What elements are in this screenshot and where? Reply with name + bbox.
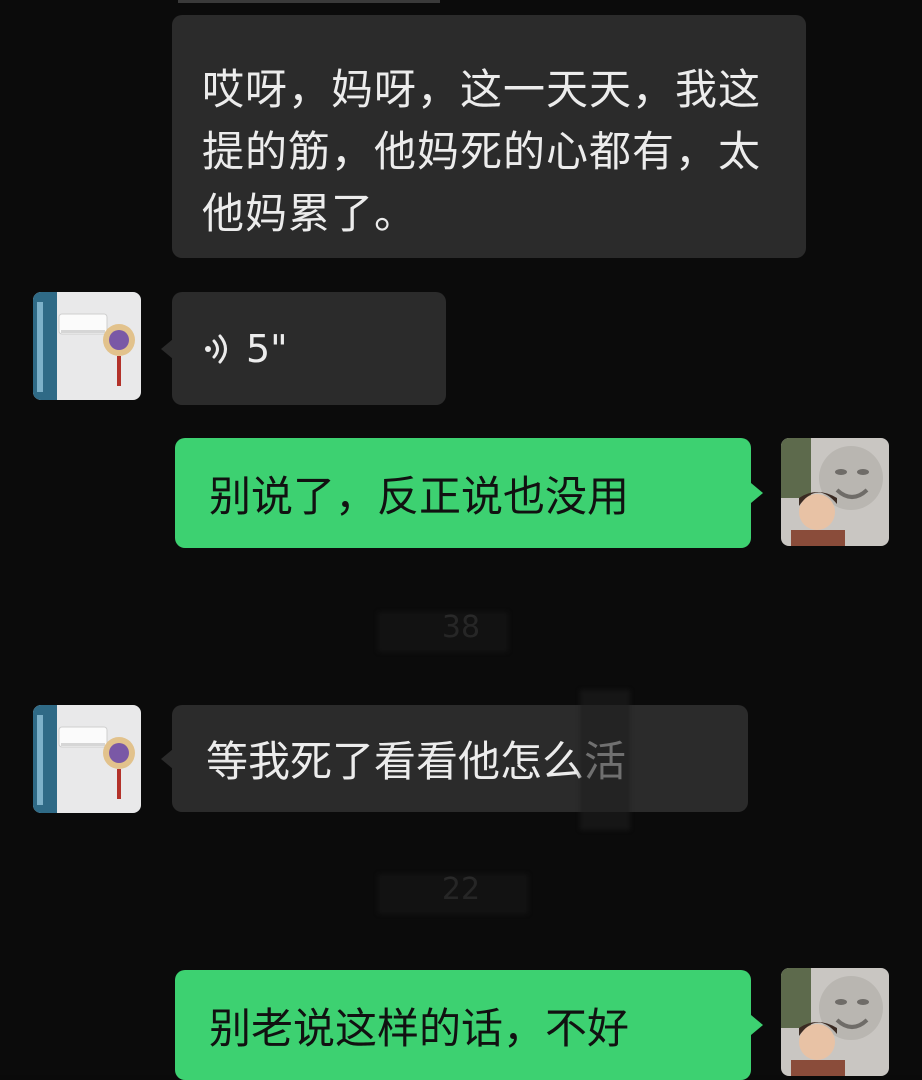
avatar[interactable] [33, 292, 141, 400]
message-text: 等我死了看看他怎么活 [206, 737, 627, 786]
voice-wave-icon [205, 334, 227, 363]
voice-message-bubble[interactable]: 5" [172, 292, 446, 405]
voice-duration: 5" [246, 326, 288, 371]
previous-bubble-edge [178, 0, 440, 3]
avatar-statue-photo-icon [781, 968, 889, 1076]
avatar[interactable] [781, 968, 889, 1076]
outgoing-message-bubble[interactable]: 别说了，反正说也没用 [175, 438, 751, 548]
redaction-patch [378, 874, 528, 914]
avatar[interactable] [781, 438, 889, 546]
avatar-room-photo-icon [33, 705, 141, 813]
outgoing-message-bubble[interactable]: 别老说这样的话，不好 [175, 970, 751, 1080]
avatar-statue-photo-icon [781, 438, 889, 546]
incoming-message-bubble[interactable]: 哎呀，妈呀，这一天天，我这提的筋，他妈死的心都有，太他妈累了。 [172, 15, 806, 258]
avatar[interactable] [33, 705, 141, 813]
incoming-message-bubble[interactable]: 等我死了看看他怎么活 [172, 705, 748, 812]
message-text: 哎呀，妈呀，这一天天，我这提的筋，他妈死的心都有，太他妈累了。 [202, 65, 762, 238]
chat-window: 哎呀，妈呀，这一天天，我这提的筋，他妈死的心都有，太他妈累了。 5" 别说了，反… [0, 0, 922, 1080]
avatar-room-photo-icon [33, 292, 141, 400]
message-text: 别老说这样的话，不好 [209, 1003, 630, 1053]
message-text: 别说了，反正说也没用 [209, 471, 630, 521]
redaction-patch [378, 612, 508, 652]
redaction-patch [580, 690, 630, 830]
